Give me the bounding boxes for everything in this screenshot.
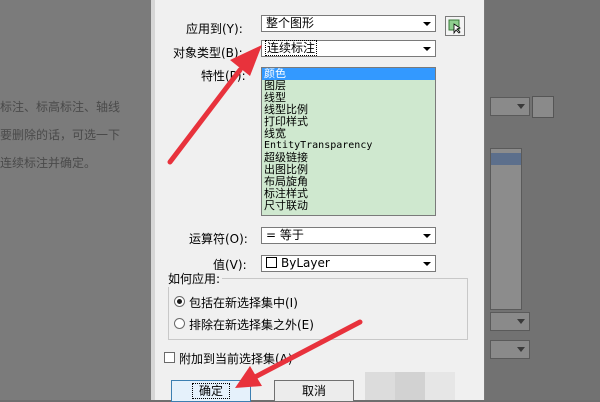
background-text-line: 标注、标高标注、轴线 (0, 100, 121, 114)
cancel-button-label: 取消 (301, 384, 326, 398)
background-combo (490, 312, 530, 331)
operator-select[interactable]: = 等于 (261, 227, 436, 244)
apply-to-value: 整个图形 (266, 16, 315, 30)
operator-label: 运算符(O): (189, 232, 248, 246)
background-combo (490, 97, 530, 116)
operator-value: = 等于 (266, 228, 304, 242)
blurred-region (365, 372, 455, 400)
chevron-down-icon[interactable] (421, 256, 435, 271)
background-window-left: 标注、标高标注、轴线 要删除的话，可选一下 连续标注并确定。 (0, 0, 150, 400)
exclude-radio-label[interactable]: 排除在新选择集之外(E) (189, 316, 314, 333)
chevron-down-icon[interactable] (421, 16, 435, 31)
how-to-apply-title: 如何应用: (166, 270, 223, 287)
ok-button[interactable]: 确定 (171, 380, 251, 402)
exclude-radio[interactable] (174, 318, 185, 329)
chevron-down-icon[interactable] (421, 41, 435, 56)
list-item[interactable]: 尺寸联动 (262, 200, 435, 212)
include-radio[interactable] (174, 296, 185, 307)
properties-label: 特性(P): (201, 69, 246, 83)
value-select[interactable]: ByLayer (261, 255, 436, 272)
list-item[interactable]: 图层 (262, 80, 435, 92)
ok-button-label: 确定 (191, 383, 231, 399)
chevron-down-icon[interactable] (421, 228, 435, 243)
background-text-line: 要删除的话，可选一下 (0, 128, 121, 142)
object-type-label: 对象类型(B): (173, 46, 243, 60)
append-checkbox-label[interactable]: 附加到当前选择集(A) (179, 350, 293, 367)
background-combo (490, 340, 530, 359)
list-item[interactable]: 线宽 (262, 128, 435, 140)
include-radio-label[interactable]: 包括在新选择集中(I) (189, 294, 298, 311)
object-type-value: 连续标注 (264, 40, 318, 56)
background-quick-select-icon (532, 96, 554, 118)
background-text-line: 连续标注并确定。 (0, 156, 97, 170)
color-swatch-icon (266, 257, 277, 268)
apply-to-select[interactable]: 整个图形 (261, 15, 436, 32)
list-item[interactable]: 打印样式 (262, 116, 435, 128)
background-listbox (490, 148, 522, 310)
apply-to-label: 应用到(Y): (186, 22, 243, 36)
append-checkbox[interactable] (164, 352, 175, 363)
quick-select-dialog: 应用到(Y): 整个图形 对象类型(B): 连续标注 特性(P): 颜色 图层 … (150, 0, 485, 402)
select-objects-button[interactable] (445, 16, 465, 36)
value-text: ByLayer (281, 256, 330, 270)
select-objects-icon (448, 19, 461, 35)
properties-listbox[interactable]: 颜色 图层 线型 线型比例 打印样式 线宽 EntityTransparency… (261, 67, 436, 216)
object-type-select[interactable]: 连续标注 (261, 40, 436, 57)
cancel-button[interactable]: 取消 (274, 380, 354, 402)
list-item[interactable]: 颜色 (262, 68, 435, 80)
